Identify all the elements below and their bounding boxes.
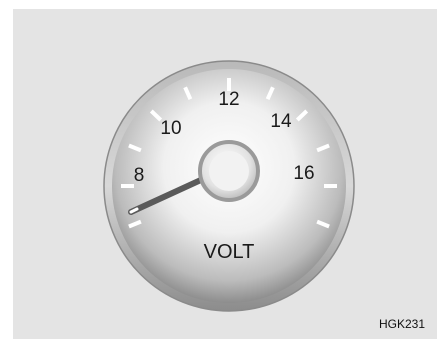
scale-label-10: 10 bbox=[160, 118, 181, 139]
illustration-panel: 8 10 12 14 16 VOLT HGK231 bbox=[13, 9, 437, 339]
needle-hub-center bbox=[209, 151, 249, 191]
unit-label: VOLT bbox=[204, 241, 255, 263]
figure-code: HGK231 bbox=[378, 317, 425, 331]
voltmeter-gauge: 8 10 12 14 16 VOLT bbox=[103, 60, 355, 312]
scale-label-14: 14 bbox=[270, 111, 292, 132]
scale-label-16: 16 bbox=[293, 163, 314, 184]
scale-label-12: 12 bbox=[218, 89, 239, 110]
scale-label-8: 8 bbox=[134, 165, 145, 186]
